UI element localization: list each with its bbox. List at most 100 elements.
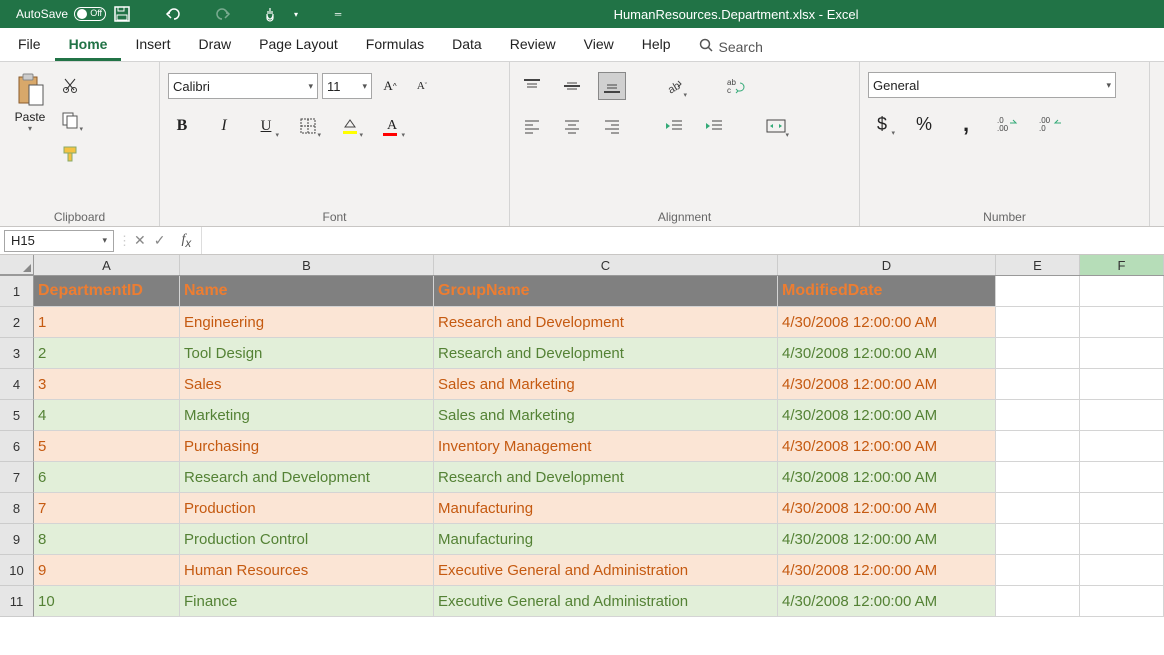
- cell[interactable]: [996, 431, 1080, 462]
- align-center-button[interactable]: [558, 112, 586, 140]
- row-header[interactable]: 11: [0, 586, 34, 617]
- increase-decimal-button[interactable]: .0.00: [994, 110, 1022, 138]
- wrap-text-button[interactable]: abc: [722, 72, 750, 100]
- row-header[interactable]: 9: [0, 524, 34, 555]
- tab-view[interactable]: View: [570, 28, 628, 61]
- undo-icon[interactable]: [164, 4, 184, 24]
- column-header-A[interactable]: A: [34, 255, 180, 275]
- cell[interactable]: 4/30/2008 12:00:00 AM: [778, 493, 996, 524]
- cell[interactable]: [1080, 307, 1164, 338]
- cut-button[interactable]: [56, 72, 84, 100]
- cell[interactable]: Tool Design: [180, 338, 434, 369]
- cell[interactable]: 4/30/2008 12:00:00 AM: [778, 369, 996, 400]
- align-bottom-button[interactable]: [598, 72, 626, 100]
- increase-font-button[interactable]: A^: [376, 72, 404, 100]
- cell[interactable]: 2: [34, 338, 180, 369]
- align-top-button[interactable]: [518, 72, 546, 100]
- column-header-F[interactable]: F: [1080, 255, 1164, 275]
- cell[interactable]: [996, 400, 1080, 431]
- decrease-font-button[interactable]: Aˇ: [408, 72, 436, 100]
- tab-file[interactable]: File: [4, 28, 55, 61]
- cell[interactable]: [996, 462, 1080, 493]
- cell[interactable]: 10: [34, 586, 180, 617]
- tab-insert[interactable]: Insert: [121, 28, 184, 61]
- cell[interactable]: 8: [34, 524, 180, 555]
- border-button[interactable]: ▾: [294, 112, 322, 140]
- cell[interactable]: 4/30/2008 12:00:00 AM: [778, 586, 996, 617]
- decrease-indent-button[interactable]: [660, 112, 688, 140]
- cell[interactable]: Sales: [180, 369, 434, 400]
- merge-center-button[interactable]: ▾: [762, 112, 790, 140]
- column-header-C[interactable]: C: [434, 255, 778, 275]
- insert-function-icon[interactable]: fx: [173, 232, 191, 250]
- cell[interactable]: 4: [34, 400, 180, 431]
- fill-color-button[interactable]: ▾: [336, 112, 364, 140]
- qat-dropdown-icon[interactable]: ▾: [286, 4, 306, 24]
- align-middle-button[interactable]: [558, 72, 586, 100]
- cell[interactable]: 5: [34, 431, 180, 462]
- row-header[interactable]: 4: [0, 369, 34, 400]
- cell[interactable]: Executive General and Administration: [434, 586, 778, 617]
- comma-format-button[interactable]: ,: [952, 110, 980, 138]
- cell[interactable]: 6: [34, 462, 180, 493]
- tab-help[interactable]: Help: [628, 28, 685, 61]
- row-header[interactable]: 3: [0, 338, 34, 369]
- tab-page-layout[interactable]: Page Layout: [245, 28, 352, 61]
- header-cell[interactable]: GroupName: [434, 276, 778, 307]
- cell[interactable]: [996, 493, 1080, 524]
- cell[interactable]: 9: [34, 555, 180, 586]
- header-cell[interactable]: ModifiedDate: [778, 276, 996, 307]
- cell[interactable]: Purchasing: [180, 431, 434, 462]
- confirm-formula-icon[interactable]: ✓: [154, 232, 166, 249]
- cell[interactable]: 4/30/2008 12:00:00 AM: [778, 338, 996, 369]
- cell[interactable]: [996, 307, 1080, 338]
- cell[interactable]: [1080, 369, 1164, 400]
- increase-indent-button[interactable]: [700, 112, 728, 140]
- row-header[interactable]: 7: [0, 462, 34, 493]
- name-box[interactable]: H15▾: [4, 230, 114, 252]
- cell[interactable]: Research and Development: [434, 307, 778, 338]
- cell[interactable]: Sales and Marketing: [434, 369, 778, 400]
- tab-formulas[interactable]: Formulas: [352, 28, 438, 61]
- cell[interactable]: [1080, 462, 1164, 493]
- tab-home[interactable]: Home: [55, 28, 122, 61]
- row-header[interactable]: 2: [0, 307, 34, 338]
- cell[interactable]: [1080, 276, 1164, 307]
- cell[interactable]: 4/30/2008 12:00:00 AM: [778, 400, 996, 431]
- percent-format-button[interactable]: %: [910, 110, 938, 138]
- cell[interactable]: [996, 586, 1080, 617]
- qat-customize-icon[interactable]: ═: [328, 4, 348, 24]
- row-header[interactable]: 5: [0, 400, 34, 431]
- tab-data[interactable]: Data: [438, 28, 496, 61]
- cell[interactable]: [1080, 431, 1164, 462]
- cell[interactable]: 4/30/2008 12:00:00 AM: [778, 462, 996, 493]
- cell[interactable]: Finance: [180, 586, 434, 617]
- tab-review[interactable]: Review: [496, 28, 570, 61]
- autosave-toggle[interactable]: AutoSave Off: [16, 7, 106, 21]
- font-size-select[interactable]: 11▾: [322, 73, 372, 99]
- cell[interactable]: 3: [34, 369, 180, 400]
- align-left-button[interactable]: [518, 112, 546, 140]
- cell[interactable]: 4/30/2008 12:00:00 AM: [778, 555, 996, 586]
- cell[interactable]: Sales and Marketing: [434, 400, 778, 431]
- font-name-select[interactable]: Calibri▾: [168, 73, 318, 99]
- cell[interactable]: 4/30/2008 12:00:00 AM: [778, 431, 996, 462]
- decrease-decimal-button[interactable]: .00.0: [1036, 110, 1064, 138]
- tab-draw[interactable]: Draw: [184, 28, 245, 61]
- cell[interactable]: Executive General and Administration: [434, 555, 778, 586]
- column-header-E[interactable]: E: [996, 255, 1080, 275]
- row-header[interactable]: 10: [0, 555, 34, 586]
- column-header-D[interactable]: D: [778, 255, 996, 275]
- cell[interactable]: [996, 369, 1080, 400]
- tell-me-search[interactable]: Search: [685, 30, 777, 61]
- select-all-corner[interactable]: [0, 255, 34, 275]
- cell[interactable]: Engineering: [180, 307, 434, 338]
- row-header[interactable]: 6: [0, 431, 34, 462]
- copy-button[interactable]: ▾: [56, 106, 84, 134]
- cell[interactable]: [996, 524, 1080, 555]
- cell[interactable]: [1080, 400, 1164, 431]
- number-format-select[interactable]: General▾: [868, 72, 1116, 98]
- cell[interactable]: Inventory Management: [434, 431, 778, 462]
- cell[interactable]: Manufacturing: [434, 524, 778, 555]
- cell[interactable]: [1080, 493, 1164, 524]
